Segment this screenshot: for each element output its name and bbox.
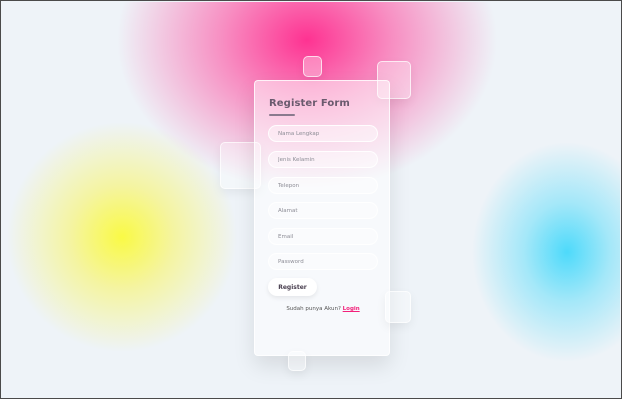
nama-lengkap-input[interactable] xyxy=(278,130,377,137)
jenis-kelamin-input[interactable] xyxy=(278,156,377,163)
email-input[interactable] xyxy=(278,233,377,240)
login-link[interactable]: Login xyxy=(343,306,360,312)
password-field[interactable] xyxy=(268,253,378,270)
title-underline xyxy=(269,114,295,116)
telepon-field[interactable] xyxy=(268,177,378,194)
alamat-input[interactable] xyxy=(278,207,377,214)
login-prompt: Sudah punya Akun? Login xyxy=(255,306,391,312)
register-button[interactable]: Register xyxy=(268,278,317,296)
glass-square-bottom xyxy=(288,351,306,371)
telepon-input[interactable] xyxy=(278,182,377,189)
glass-square-top-small xyxy=(303,56,322,77)
email-field[interactable] xyxy=(268,228,378,245)
jenis-kelamin-field[interactable] xyxy=(268,151,378,168)
nama-lengkap-field[interactable] xyxy=(268,125,378,142)
glass-square-right xyxy=(385,291,411,323)
password-input[interactable] xyxy=(278,258,377,265)
register-form-card: Register Form Register Sudah punya Akun?… xyxy=(254,80,390,356)
form-title: Register Form xyxy=(269,98,350,109)
alamat-field[interactable] xyxy=(268,202,378,219)
screenshot-frame: Register Form Register Sudah punya Akun?… xyxy=(0,0,622,399)
login-prompt-text: Sudah punya Akun? xyxy=(286,306,341,312)
